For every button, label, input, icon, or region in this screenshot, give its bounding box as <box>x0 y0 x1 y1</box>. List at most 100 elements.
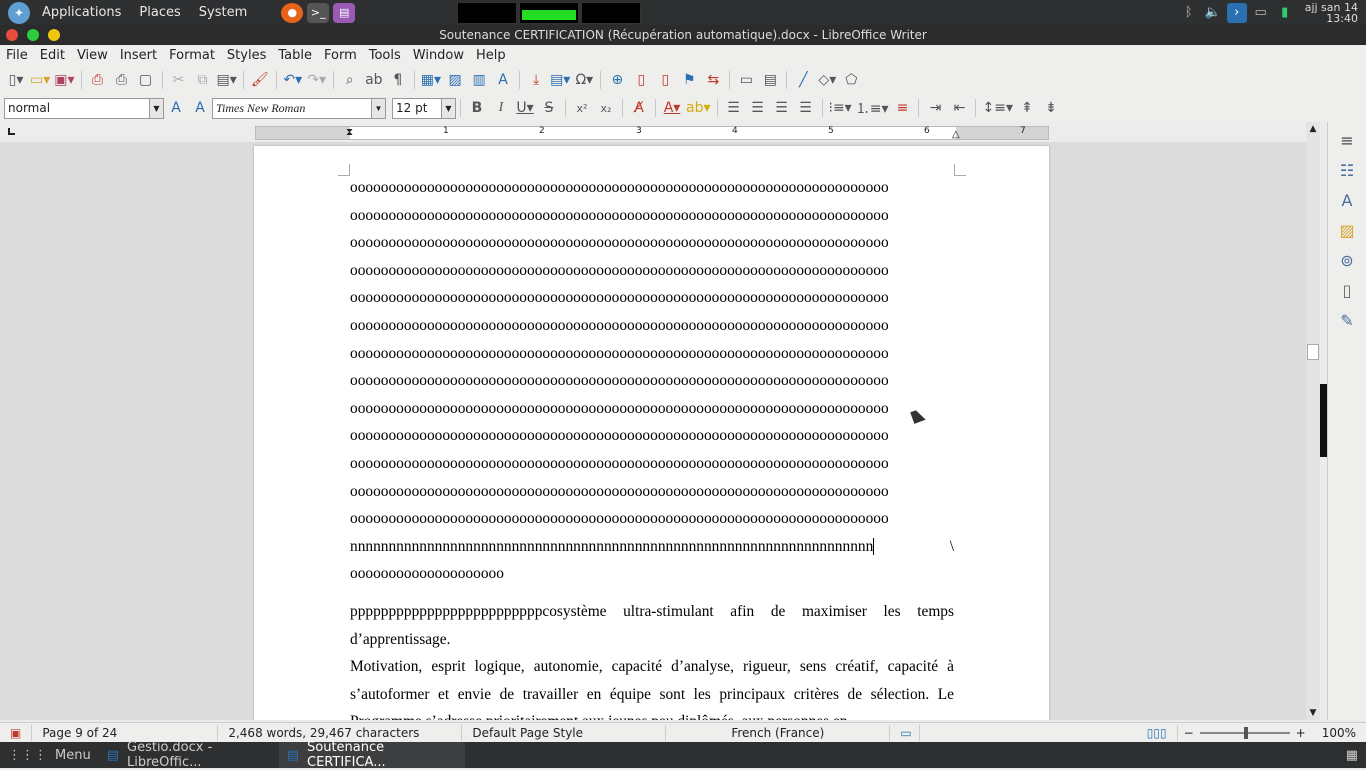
minimize-window-button[interactable] <box>48 29 60 41</box>
taskbar-item-gestio[interactable]: ▤ Gestio.docx - LibreOffic... <box>99 740 279 770</box>
spelling-icon[interactable]: ab <box>364 69 384 91</box>
volume-icon[interactable]: 🔈 <box>1203 3 1223 23</box>
zoom-out-icon[interactable]: − <box>1178 726 1200 740</box>
taskbar-item-soutenance[interactable]: ▤ Soutenance CERTIFICA... <box>278 740 465 770</box>
increase-paragraph-spacing-icon[interactable]: ⇞ <box>1017 97 1037 119</box>
unordered-list-icon[interactable]: ⁝≡▾ <box>829 97 852 119</box>
strikethrough-icon[interactable]: S <box>539 97 559 119</box>
show-desktop-icon[interactable]: ▦ <box>1338 742 1366 768</box>
scrollbar-thumb[interactable] <box>1307 344 1319 360</box>
underline-icon[interactable]: U▾ <box>515 97 535 119</box>
bookmark-icon[interactable]: ⚑ <box>679 69 699 91</box>
save-icon[interactable]: ▣▾ <box>54 69 74 91</box>
footnote-icon[interactable]: ▯ <box>631 69 651 91</box>
comment-icon[interactable]: ▭ <box>736 69 756 91</box>
clock[interactable]: ajj san 14 13:40 <box>1297 2 1366 24</box>
increase-indent-icon[interactable]: ⇥ <box>925 97 945 119</box>
align-left-icon[interactable]: ☰ <box>724 97 744 119</box>
ordered-list-icon[interactable]: ⒈≡▾ <box>856 97 889 119</box>
page-break-icon[interactable]: ⤓ <box>526 69 546 91</box>
sidebar-menu-icon[interactable]: ≡ <box>1335 128 1359 152</box>
workspace-2[interactable] <box>519 1 580 24</box>
zoom-in-icon[interactable]: + <box>1290 726 1312 740</box>
new-style-icon[interactable]: A <box>190 97 210 119</box>
special-character-icon[interactable]: Ω▾ <box>574 69 594 91</box>
menu-form[interactable]: Form <box>318 48 363 63</box>
formatting-marks-icon[interactable]: ¶ <box>388 69 408 91</box>
menu-view[interactable]: View <box>71 48 114 63</box>
scroll-up-icon[interactable]: ▲ <box>1306 122 1320 136</box>
document-area[interactable]: oooooooooooooooooooooooooooooooooooooooo… <box>0 142 1306 720</box>
applications-menu[interactable]: Applications <box>36 5 127 20</box>
clone-formatting-icon[interactable]: 🖌 <box>250 69 270 91</box>
open-folder-icon[interactable]: ▭▾ <box>30 69 50 91</box>
menu-table[interactable]: Table <box>272 48 318 63</box>
insert-chart-icon[interactable]: ▥ <box>469 69 489 91</box>
navigator-icon[interactable]: ⊚ <box>1335 248 1359 272</box>
tab-stop-icon[interactable] <box>8 128 15 135</box>
hyperlink-icon[interactable]: ⊕ <box>607 69 627 91</box>
copy-icon[interactable]: ⧉ <box>193 69 213 91</box>
line-spacing-icon[interactable]: ↕≡▾ <box>982 97 1013 119</box>
page-number[interactable]: Page 9 of 24 <box>32 724 219 741</box>
insert-textbox-icon[interactable]: A <box>493 69 513 91</box>
draw-functions-icon[interactable]: ⬠ <box>841 69 861 91</box>
page[interactable]: oooooooooooooooooooooooooooooooooooooooo… <box>254 146 1049 720</box>
font-color-icon[interactable]: A▾ <box>662 97 682 119</box>
insert-field-icon[interactable]: ▤▾ <box>550 69 570 91</box>
workspace-3[interactable] <box>581 1 642 24</box>
subscript-icon[interactable]: x₂ <box>596 97 616 119</box>
document-modified-icon[interactable]: ▣ <box>0 724 33 741</box>
network-icon[interactable]: ▭ <box>1251 3 1271 23</box>
italic-icon[interactable]: I <box>491 97 511 119</box>
font-name-select[interactable]: Times New Roman ▼ <box>212 97 386 119</box>
selection-mode-icon[interactable]: ▭ <box>890 724 921 741</box>
right-indent-marker-icon[interactable]: △ <box>952 129 960 140</box>
cross-reference-icon[interactable]: ⇆ <box>703 69 723 91</box>
firefox-icon[interactable]: ● <box>281 2 304 23</box>
align-right-icon[interactable]: ☰ <box>772 97 792 119</box>
vertical-scrollbar[interactable]: ▲ ▼ <box>1306 122 1320 720</box>
word-count[interactable]: 2,468 words, 29,467 characters <box>218 724 463 741</box>
cut-icon[interactable]: ✂ <box>169 69 189 91</box>
terminal-tray-icon[interactable]: › <box>1226 2 1247 23</box>
menu-insert[interactable]: Insert <box>114 48 163 63</box>
sidebar-collapse-handle[interactable] <box>1320 384 1327 457</box>
undo-icon[interactable]: ↶▾ <box>283 69 303 91</box>
justify-icon[interactable]: ☰ <box>796 97 816 119</box>
highlight-icon[interactable]: ab▾ <box>686 97 711 119</box>
left-indent-marker-icon[interactable]: ⧗ <box>346 127 353 138</box>
view-layout-icon[interactable]: ▯▯▯ <box>1137 724 1178 741</box>
terminal-icon[interactable]: >_ <box>307 2 330 23</box>
zoom-slider[interactable] <box>1199 726 1290 739</box>
manage-changes-icon[interactable]: ✎ <box>1335 308 1359 332</box>
zoom-level[interactable]: 100% <box>1312 726 1366 740</box>
menu-styles[interactable]: Styles <box>221 48 272 63</box>
properties-icon[interactable]: ☷ <box>1335 158 1359 182</box>
menu-format[interactable]: Format <box>163 48 221 63</box>
track-changes-icon[interactable]: ▤ <box>760 69 780 91</box>
gallery-icon[interactable]: ▨ <box>1335 218 1359 242</box>
find-replace-icon[interactable]: ⌕ <box>340 69 360 91</box>
decrease-indent-icon[interactable]: ⇤ <box>949 97 969 119</box>
redo-icon[interactable]: ↷▾ <box>307 69 327 91</box>
clear-formatting-icon[interactable]: A̸ <box>629 97 649 119</box>
font-size-select[interactable]: 12 pt ▼ <box>392 97 456 119</box>
language[interactable]: French (France) <box>666 724 891 741</box>
line-icon[interactable]: ╱ <box>793 69 813 91</box>
document-body[interactable]: oooooooooooooooooooooooooooooooooooooooo… <box>350 174 954 720</box>
insert-image-icon[interactable]: ▨ <box>445 69 465 91</box>
text-editor-icon[interactable]: ▤ <box>333 2 356 23</box>
insert-table-icon[interactable]: ▦▾ <box>421 69 441 91</box>
chevron-down-icon[interactable]: ▼ <box>149 98 163 118</box>
page-style[interactable]: Default Page Style <box>462 724 667 741</box>
no-list-icon[interactable]: ≡ <box>892 97 912 119</box>
horizontal-ruler[interactable]: 2 3 4 5 6 7 1 ⧗ △ <box>255 126 1049 140</box>
export-pdf-icon[interactable]: ⎙ <box>88 69 108 91</box>
new-document-icon[interactable]: ▯▾ <box>6 69 26 91</box>
menu-help[interactable]: Help <box>470 48 512 63</box>
scroll-down-icon[interactable]: ▼ <box>1306 706 1320 720</box>
print-icon[interactable]: ⎙ <box>112 69 132 91</box>
update-style-icon[interactable]: A <box>166 97 186 119</box>
styles-icon[interactable]: A <box>1335 188 1359 212</box>
